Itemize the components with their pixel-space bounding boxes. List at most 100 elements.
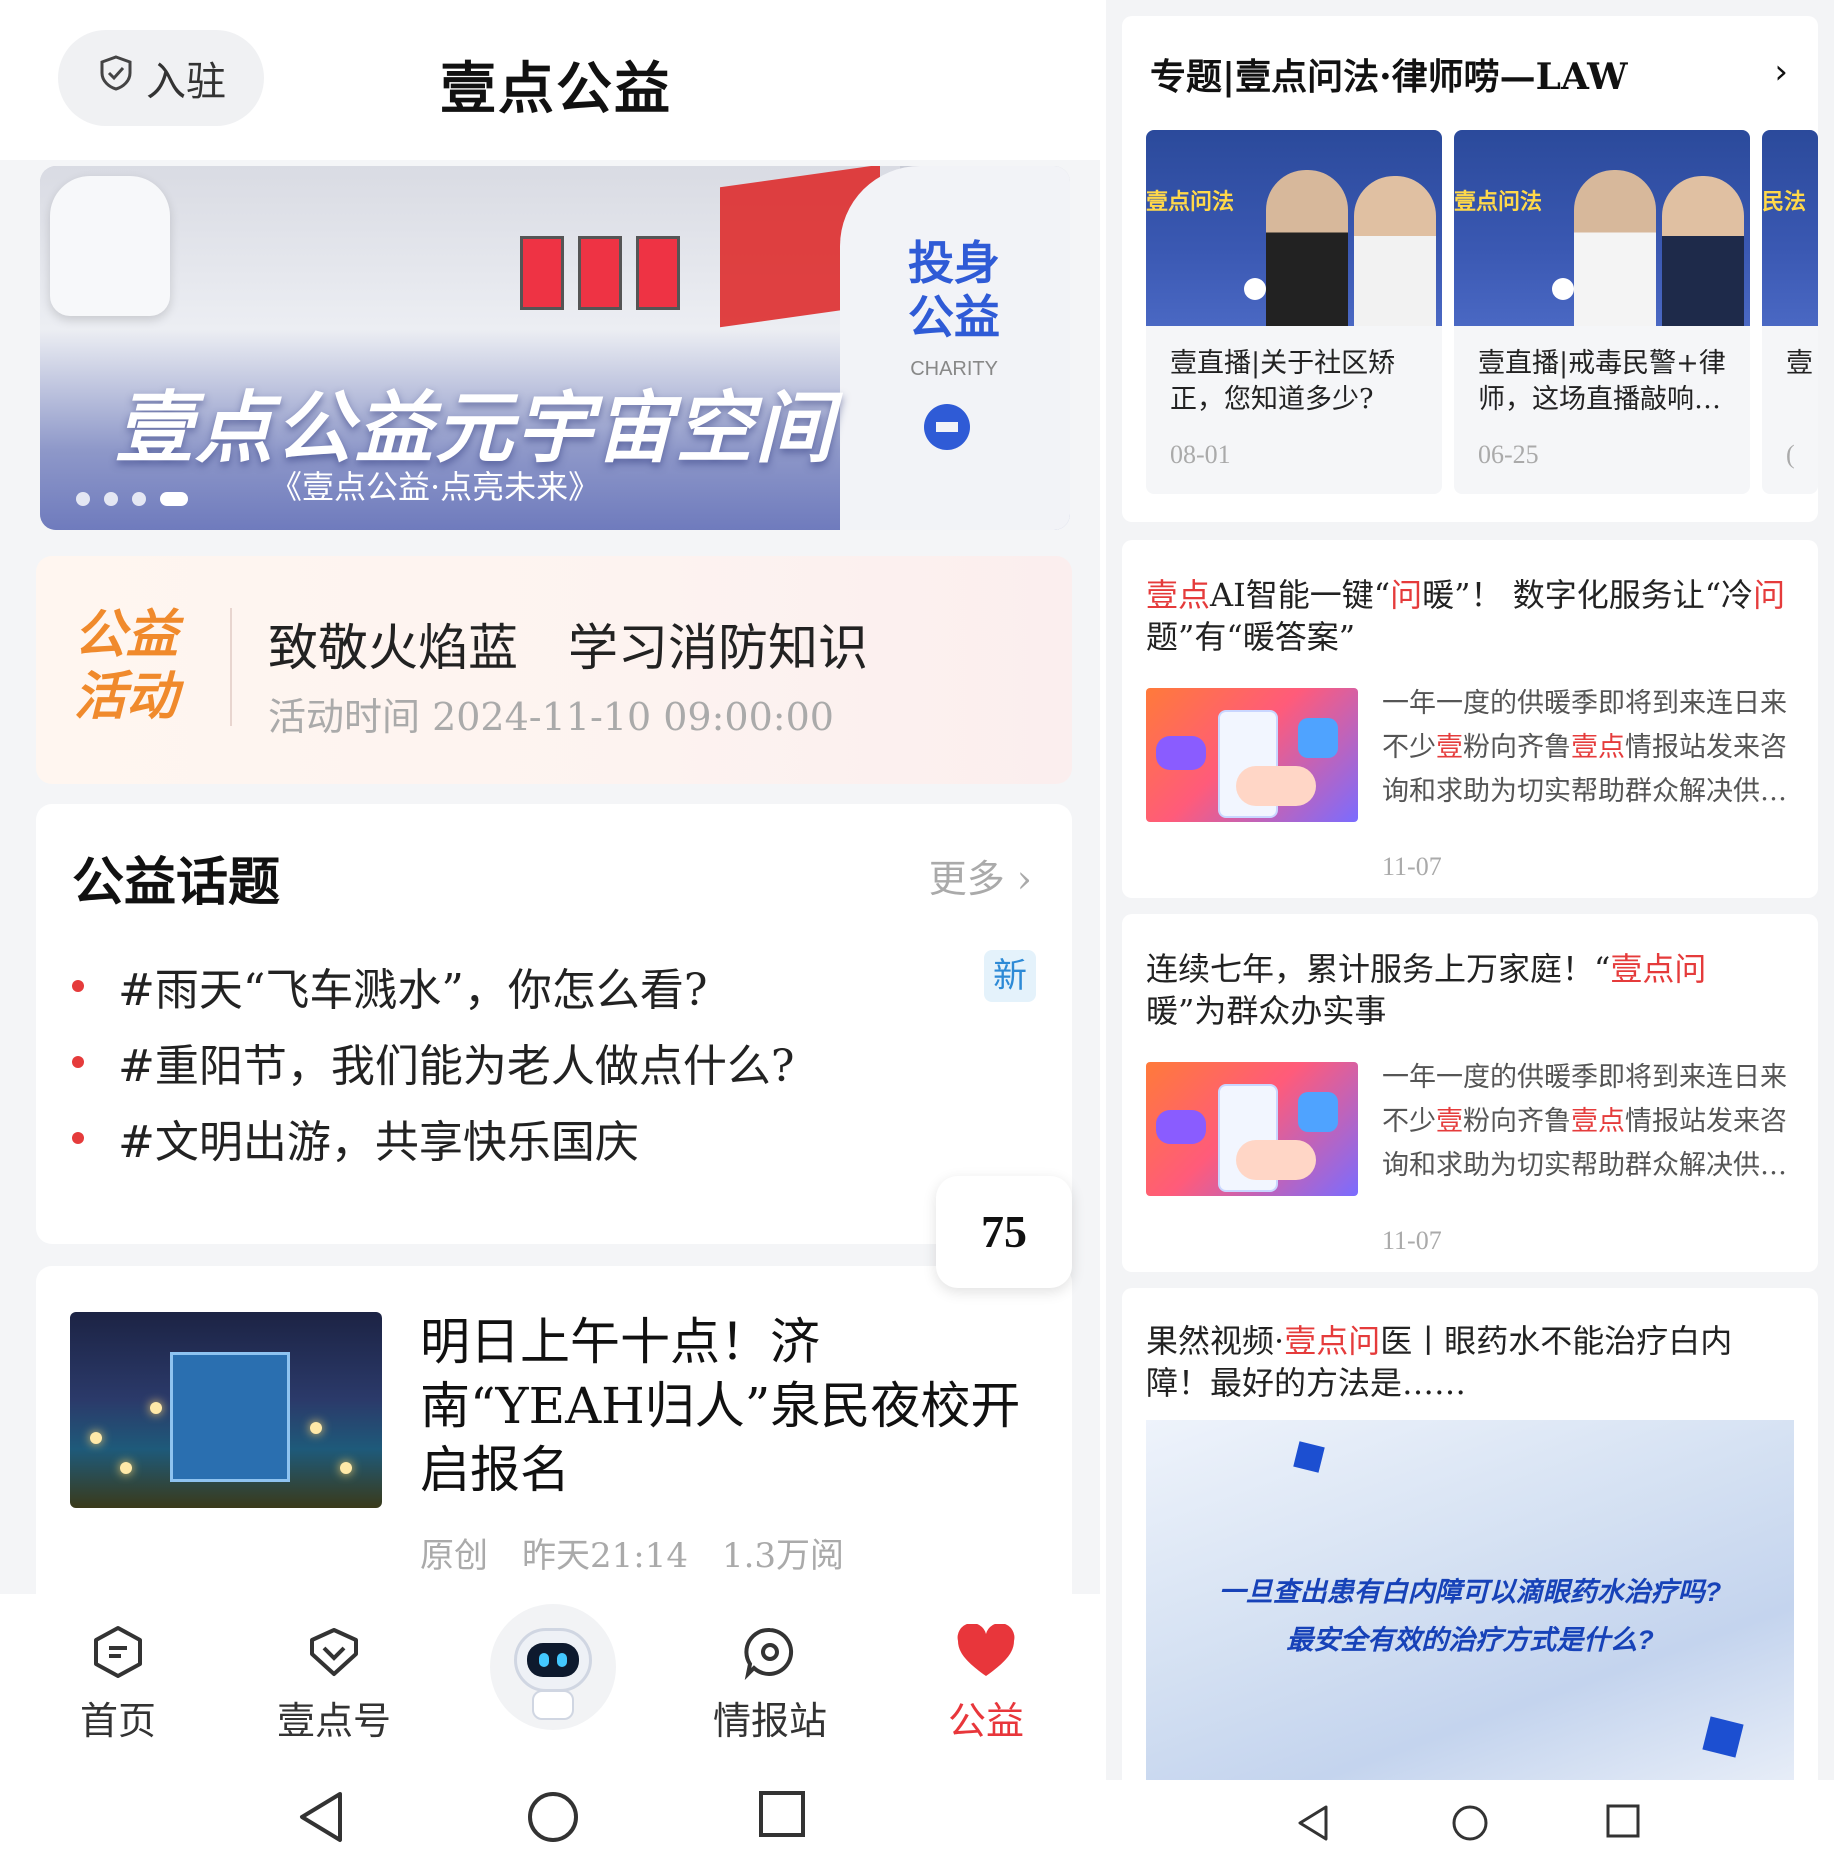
right-screen: 专题|壹点问法·律师唠—LAW › 壹点问法 壹直播|关于社区矫正，您知道多少?… (1106, 0, 1834, 1871)
chevron-right-icon[interactable]: › (1774, 52, 1788, 92)
video-date: 08-01 (1170, 440, 1231, 469)
home-circle-icon (1451, 1805, 1489, 1846)
video-player[interactable]: 一旦查出患有白内障可以滴眼药水治疗吗? 最安全有效的治疗方式是什么? (1146, 1420, 1794, 1788)
recents-button[interactable] (758, 1790, 806, 1842)
home-nav-button[interactable] (526, 1790, 580, 1848)
charity-activity-card[interactable]: 公益活动 致敬火焰蓝 学习消防知识 活动时间 2024-11-10 09:00:… (36, 556, 1072, 784)
article-thumbnail (1146, 1062, 1358, 1196)
play-icon (1244, 278, 1266, 300)
tab-charity[interactable]: 公益 (906, 1624, 1066, 1745)
back-triangle-icon (296, 1792, 346, 1848)
topic-card: 专题|壹点问法·律师唠—LAW › 壹点问法 壹直播|关于社区矫正，您知道多少?… (1122, 16, 1818, 522)
join-button[interactable]: 入驻 (58, 30, 264, 126)
activity-tag: 公益活动 (74, 606, 179, 726)
divider (230, 608, 232, 726)
video-article-card[interactable]: 果然视频·壹点问医丨眼药水不能治疗白内障！最好的方法是…… 一旦查出患有白内障可… (1122, 1288, 1818, 1808)
heart-icon (906, 1624, 1066, 1680)
banner-carousel[interactable]: 壹点公益元宇宙空间 《壹点公益·点亮未来》 投身公益 CHARITY (40, 166, 1070, 530)
tab-label: 公益 (947, 1699, 1024, 1743)
news-thumbnail (70, 1312, 382, 1508)
news-meta: 原创 昨天21:14 1.3万阅 (420, 1536, 845, 1576)
topic-text: #文明出游，共享快乐国庆 (118, 1117, 639, 1168)
article-card[interactable]: 连续七年，累计服务上万家庭！“壹点问暖”为群众办实事 一年一度的供暖季即将到来连… (1122, 914, 1818, 1272)
carousel-dot-active[interactable] (160, 492, 188, 506)
back-button[interactable] (296, 1790, 346, 1848)
message-circle-icon (690, 1624, 850, 1680)
bottom-tab-bar: 首页 壹点号 情报站 公益 (0, 1594, 1100, 1764)
chevron-right-icon: › (1016, 857, 1032, 901)
building-shape (170, 1352, 290, 1482)
robot-icon (514, 1628, 592, 1692)
carousel-dot[interactable] (76, 492, 90, 506)
video-date: ( (1786, 440, 1795, 469)
article-title: 果然视频·壹点问医丨眼药水不能治疗白内障！最好的方法是…… (1146, 1322, 1733, 1402)
topic-text: #重阳节，我们能为老人做点什么? (118, 1041, 795, 1092)
back-triangle-icon (1296, 1805, 1330, 1846)
video-caption: 壹直播|关于社区矫正，您知道多少? (1170, 348, 1396, 415)
article-title: 连续七年，累计服务上万家庭！“壹点问暖”为群众办实事 (1146, 950, 1707, 1030)
bullet-dot (72, 1132, 84, 1144)
tab-label: 壹点号 (276, 1699, 391, 1743)
recents-button[interactable] (1606, 1804, 1640, 1842)
activity-title: 致敬火焰蓝 学习消防知识 (268, 619, 868, 677)
tab-label: 情报站 (712, 1699, 827, 1743)
video-caption: 壹直播|戒毒民警+律师，这场直播敲响… (1478, 348, 1726, 415)
new-badge: 新 (984, 950, 1036, 1002)
topics-heading: 公益话题 (72, 852, 281, 913)
video-caption: 壹 (1786, 348, 1813, 379)
bullet-dot (72, 980, 84, 992)
tab-home[interactable]: 首页 (38, 1624, 198, 1745)
banner-side-panel (840, 166, 1070, 530)
topic-text: #雨天“飞车溅水”，你怎么看? (118, 965, 708, 1016)
tab-yidianhao[interactable]: 壹点号 (254, 1624, 414, 1745)
more-link[interactable]: 更多 › (929, 848, 1032, 903)
robot-body (532, 1690, 574, 1720)
article-summary: 一年一度的供暖季即将到来连日来不少壹粉向齐鲁壹点情报站发来咨询和求助为切实帮助群… (1382, 1062, 1787, 1181)
join-label: 入驻 (146, 60, 226, 104)
article-summary: 一年一度的供暖季即将到来连日来不少壹粉向齐鲁壹点情报站发来咨询和求助为切实帮助群… (1382, 688, 1787, 807)
banner-side-en: CHARITY (910, 358, 998, 380)
article-date: 11-07 (1382, 1226, 1442, 1255)
banner-side-title: 投身公益 (908, 237, 1000, 343)
article-thumbnail (1146, 688, 1358, 822)
video-card[interactable]: 壹点问法 壹直播|关于社区矫正，您知道多少? 08-01 (1146, 130, 1442, 494)
topic-item[interactable]: #文明出游，共享快乐国庆 (72, 1106, 639, 1170)
back-button[interactable] (1296, 1804, 1330, 1846)
video-question-2: 最安全有效的治疗方式是什么? (1286, 1625, 1654, 1655)
more-label: 更多 (928, 857, 1005, 901)
article-card[interactable]: 壹点AI智能一键“问暖”！ 数字化服务让“冷问题”有“暖答案” 一年一度的供暖季… (1122, 540, 1818, 898)
topic-item[interactable]: #雨天“飞车溅水”，你怎么看? (72, 954, 707, 1018)
thumb-label: 壹点问法 (1146, 189, 1235, 214)
home-nav-button[interactable] (1451, 1804, 1489, 1846)
ai-assistant-button[interactable] (490, 1604, 616, 1730)
video-thumbnail: 壹点问法 (1454, 130, 1750, 326)
recents-square-icon (1606, 1804, 1640, 1842)
gallery-frames (520, 236, 680, 310)
video-thumbnail: 民法 (1762, 130, 1818, 326)
play-icon (1552, 278, 1574, 300)
activity-time: 活动时间 2024-11-10 09:00:00 (268, 695, 834, 739)
top-bar: 入驻 壹点公益 (0, 0, 1100, 160)
system-nav-bar (0, 1764, 1100, 1871)
video-date: 06-25 (1478, 440, 1539, 469)
topic-item[interactable]: #重阳节，我们能为老人做点什么? (72, 1030, 794, 1094)
bullet-dot (72, 1056, 84, 1068)
video-question-1: 一旦查出患有白内障可以滴眼药水治疗吗? (1218, 1577, 1722, 1607)
charity-logo-icon (924, 404, 970, 450)
video-card[interactable]: 壹点问法 壹直播|戒毒民警+律师，这场直播敲响… 06-25 (1454, 130, 1750, 494)
home-circle-icon (526, 1792, 580, 1848)
tab-label: 首页 (79, 1699, 156, 1743)
carousel-dots[interactable] (76, 492, 188, 506)
video-card[interactable]: 民法 壹 ( (1762, 130, 1818, 494)
article-title: 壹点AI智能一键“问暖”！ 数字化服务让“冷问题”有“暖答案” (1146, 576, 1786, 656)
shield-check-icon (96, 53, 136, 103)
carousel-dot[interactable] (104, 492, 118, 506)
carousel-dot[interactable] (132, 492, 146, 506)
news-item[interactable]: 明日上午十点！济南“YEAH归人”泉民夜校开启报名 原创 昨天21:14 1.3… (36, 1266, 1072, 1596)
count-bubble[interactable]: 75 (936, 1176, 1072, 1288)
charity-topics-card: 公益话题 更多 › #雨天“飞车溅水”，你怎么看? 新 #重阳节，我们能为老人做… (36, 804, 1072, 1244)
tab-intelligence[interactable]: 情报站 (690, 1624, 850, 1745)
page-title: 壹点公益 (440, 56, 672, 122)
topic-card-heading[interactable]: 专题|壹点问法·律师唠—LAW (1150, 48, 1628, 100)
video-thumbnail: 壹点问法 (1146, 130, 1442, 326)
